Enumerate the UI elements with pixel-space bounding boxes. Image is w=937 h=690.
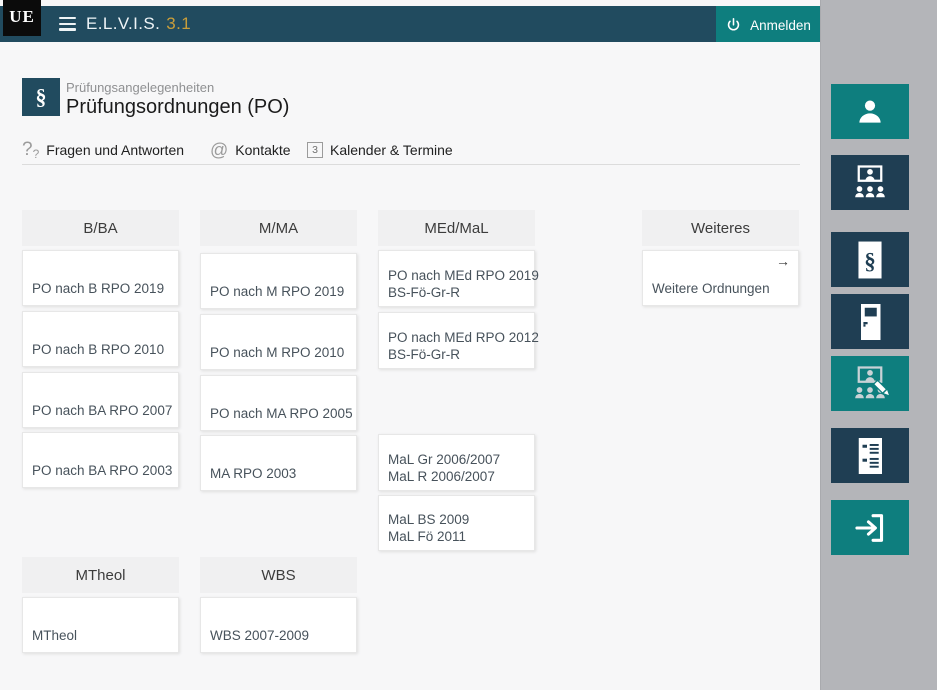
- power-icon: [727, 17, 740, 30]
- login-label: Anmelden: [750, 17, 811, 33]
- paragraph-doc-icon: §: [858, 241, 882, 278]
- top-bar: E.L.V.I.S. 3.1: [0, 6, 820, 42]
- po-card[interactable]: PO nach MEd RPO 2019 BS-Fö-Gr-R: [378, 250, 539, 307]
- column-header-b-ba: B/BA: [22, 210, 179, 246]
- quicklink-label: Kalender & Termine: [330, 142, 453, 158]
- question-icon: ??: [22, 139, 40, 161]
- po-card[interactable]: PO nach M RPO 2019: [200, 253, 357, 309]
- po-card[interactable]: → Weitere Ordnungen: [642, 250, 799, 306]
- paragraph-icon: §: [22, 78, 60, 116]
- sidebar-button-edit-meeting[interactable]: [831, 356, 909, 411]
- card-label: MaL Gr 2006/2007 MaL R 2006/2007: [388, 452, 501, 484]
- calendar-badge: 3: [312, 144, 318, 156]
- column-header-wbs: WBS: [200, 557, 357, 593]
- sidebar-button-user[interactable]: [831, 84, 909, 139]
- sidebar-button-report[interactable]: [831, 428, 909, 483]
- card-label: PO nach M RPO 2019: [210, 284, 345, 299]
- user-icon: [859, 100, 881, 123]
- meeting-icon: [855, 164, 885, 197]
- page-title: Prüfungsordnungen (PO): [66, 96, 290, 118]
- svg-text:§: §: [864, 247, 876, 273]
- quicklink-kontakte[interactable]: @ Kontakte: [210, 138, 291, 162]
- card-label: MA RPO 2003: [210, 466, 297, 481]
- card-label: PO nach BA RPO 2003: [32, 463, 173, 478]
- po-card[interactable]: PO nach M RPO 2010: [200, 314, 357, 370]
- sidebar-button-login[interactable]: [831, 500, 909, 555]
- door-icon: [861, 303, 881, 340]
- calendar-icon: 3: [307, 142, 323, 158]
- arrow-icon: →: [776, 253, 790, 269]
- card-label: MaL BS 2009 MaL Fö 2011: [388, 512, 470, 544]
- main-content: § Prüfungsangelegenheiten Prüfungsordnun…: [0, 42, 820, 690]
- app-title: E.L.V.I.S. 3.1: [86, 14, 191, 34]
- po-card[interactable]: WBS 2007-2009: [200, 597, 357, 653]
- column-header-weiteres: Weiteres: [642, 210, 799, 246]
- at-icon: @: [210, 140, 229, 160]
- sidebar-button-meeting[interactable]: [831, 155, 909, 210]
- po-card[interactable]: MaL BS 2009 MaL Fö 2011: [378, 495, 535, 551]
- card-label: PO nach M RPO 2010: [210, 345, 345, 360]
- hamburger-icon[interactable]: [59, 17, 76, 34]
- po-card[interactable]: PO nach B RPO 2019: [22, 250, 179, 306]
- quicklink-label: Kontakte: [235, 142, 291, 158]
- card-label: PO nach MA RPO 2005: [210, 406, 353, 421]
- app-version: 3.1: [166, 14, 192, 33]
- app-title-text: E.L.V.I.S.: [86, 14, 161, 33]
- quicklink-label: Fragen und Antworten: [46, 142, 185, 158]
- page-eyebrow: Prüfungsangelegenheiten: [66, 80, 215, 95]
- quicklink-faq[interactable]: ?? Fragen und Antworten: [22, 138, 184, 162]
- po-card[interactable]: PO nach BA RPO 2007: [22, 372, 179, 428]
- card-label: PO nach BA RPO 2007: [32, 403, 173, 418]
- card-label: PO nach B RPO 2010: [32, 342, 165, 357]
- right-sidebar: §: [820, 0, 937, 690]
- po-card[interactable]: PO nach B RPO 2010: [22, 311, 179, 367]
- edit-meeting-icon: [855, 365, 889, 398]
- card-label: Weitere Ordnungen: [652, 281, 770, 296]
- login-button[interactable]: Anmelden: [716, 6, 820, 44]
- po-card[interactable]: MA RPO 2003: [200, 435, 357, 491]
- po-card[interactable]: MTheol: [22, 597, 179, 653]
- card-label: WBS 2007-2009: [210, 628, 310, 643]
- sidebar-button-paragraph[interactable]: §: [831, 232, 909, 287]
- divider: [22, 164, 800, 165]
- card-label: PO nach B RPO 2019: [32, 281, 165, 296]
- card-label: PO nach MEd RPO 2012 BS-Fö-Gr-R: [388, 330, 539, 362]
- column-header-m-ma: M/MA: [200, 210, 357, 246]
- card-label: PO nach MEd RPO 2019 BS-Fö-Gr-R: [388, 268, 539, 300]
- po-card[interactable]: MaL Gr 2006/2007 MaL R 2006/2007: [378, 434, 535, 491]
- column-header-med-mal: MEd/MaL: [378, 210, 535, 246]
- po-card[interactable]: PO nach MA RPO 2005: [200, 375, 357, 431]
- card-label: MTheol: [32, 628, 78, 643]
- login-icon: [855, 513, 884, 542]
- ue-logo[interactable]: UE: [3, 0, 41, 36]
- po-card[interactable]: PO nach MEd RPO 2012 BS-Fö-Gr-R: [378, 312, 539, 369]
- sidebar-button-door[interactable]: [831, 294, 909, 349]
- report-icon: [858, 437, 882, 474]
- quicklink-kalender[interactable]: 3 Kalender & Termine: [307, 138, 453, 162]
- column-header-mtheol: MTheol: [22, 557, 179, 593]
- po-card[interactable]: PO nach BA RPO 2003: [22, 432, 179, 488]
